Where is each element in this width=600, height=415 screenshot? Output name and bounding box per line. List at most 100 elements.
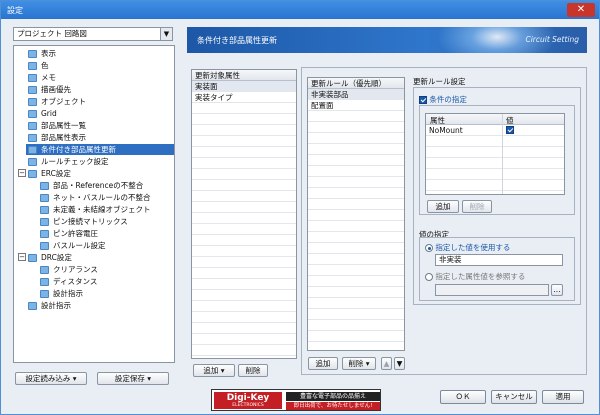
tree-item-memo[interactable]: メモ [28, 72, 174, 83]
folder-icon [40, 290, 49, 298]
tree-item-object[interactable]: オブジェクト [28, 96, 174, 107]
rules-header: 更新ルール（優先順） [308, 78, 404, 89]
tree-item-drc[interactable]: − DRC設定 [18, 252, 174, 263]
settings-tree: 表示 色 メモ 描画優先 オブジェクト Grid 部品属性一覧 部品属性表示 条… [13, 45, 175, 363]
tree-item-label: 色 [41, 61, 49, 70]
page-subtitle: Circuit Setting [525, 35, 579, 44]
folder-icon [28, 158, 37, 166]
condition-add-label: 追加 [435, 202, 451, 211]
table-header: 属性 値 [426, 114, 564, 125]
folder-icon [40, 206, 49, 214]
tree-item-drc-distance[interactable]: ディスタンス [40, 276, 174, 287]
condition-add-button[interactable]: 追加 [427, 200, 459, 213]
condition-label: 条件の指定 [429, 95, 467, 104]
condition-table[interactable]: 属性 値 NoMount [425, 113, 565, 195]
ref-attr-label: 指定した属性値を参照する [435, 272, 526, 281]
target-delete-button[interactable]: 削除 [238, 364, 268, 377]
target-add-button[interactable]: 追加 ▾ [193, 364, 235, 377]
collapse-icon[interactable]: − [18, 253, 26, 261]
tree-item-label: Grid [41, 109, 57, 118]
collapse-icon[interactable]: − [18, 169, 26, 177]
condition-delete-label: 削除 [469, 202, 485, 211]
tree-item-label: 部品属性一覧 [41, 121, 86, 130]
folder-icon [28, 50, 37, 58]
browse-button[interactable]: ... [551, 284, 563, 296]
radio-unselected-icon [425, 273, 433, 281]
tree-item-erc-pin-voltage[interactable]: ピン許容電圧 [40, 228, 174, 239]
tree-item-erc-pin-matrix[interactable]: ピン接続マトリックス [40, 216, 174, 227]
arrow-down-icon[interactable]: ▼ [394, 357, 405, 370]
tree-item-grid[interactable]: Grid [28, 108, 174, 119]
tree-item-attr-list[interactable]: 部品属性一覧 [28, 120, 174, 131]
rules-list[interactable]: 更新ルール（優先順） 非実装部品 配置面 [307, 77, 405, 351]
tree-item-label: クリアランス [53, 265, 98, 274]
tree-item-design-instruction[interactable]: 設計指示 [28, 300, 174, 311]
tree-item-label: ピン許容電圧 [53, 229, 98, 238]
list-item[interactable]: 配置面 [308, 100, 404, 111]
close-icon[interactable]: ✕ [567, 3, 595, 17]
project-select[interactable]: プロジェクト 回路図 ▼ [13, 27, 173, 41]
cancel-button[interactable]: キャンセル [491, 390, 537, 404]
table-row[interactable]: NoMount [426, 125, 564, 136]
tree-item-rule-check[interactable]: ルールチェック設定 [28, 156, 174, 167]
tree-item-erc-ref[interactable]: 部品・Referenceの不整合 [40, 180, 174, 191]
target-delete-label: 削除 [245, 366, 261, 375]
tree-item-label: 条件付き部品属性更新 [41, 145, 116, 154]
tree-item-display[interactable]: 表示 [28, 48, 174, 59]
ok-button[interactable]: ＯＫ [440, 390, 486, 404]
tree-item-erc[interactable]: − ERC設定 [18, 168, 174, 179]
arrow-up-icon[interactable]: ▲ [381, 357, 392, 370]
tree-item-label: 表示 [41, 49, 56, 58]
tree-item-label: ディスタンス [53, 277, 98, 286]
condition-delete-button[interactable]: 削除 [462, 200, 492, 213]
tree-item-label: 部品属性表示 [41, 133, 86, 142]
ad-line-2: 即日出荷で、お待たせしません! [286, 402, 380, 410]
list-item[interactable]: 非実装部品 [308, 89, 404, 100]
tree-item-label: 部品・Referenceの不整合 [53, 181, 144, 190]
target-attr-list[interactable]: 更新対象属性 実装面 実装タイプ [191, 69, 297, 359]
tree-item-color[interactable]: 色 [28, 60, 174, 71]
folder-icon [40, 182, 49, 190]
tree-item-drc-design-instruction[interactable]: 設計指示 [40, 288, 174, 299]
list-item[interactable]: 実装タイプ [192, 92, 296, 103]
value-input[interactable]: 非実装 [435, 254, 563, 266]
ref-attr-input[interactable] [435, 284, 549, 296]
apply-button[interactable]: 適用 [542, 390, 584, 404]
tree-item-drc-clearance[interactable]: クリアランス [40, 264, 174, 275]
tree-item-label: 設計指示 [53, 289, 83, 298]
folder-icon [40, 194, 49, 202]
rules-delete-button[interactable]: 削除 ▾ [342, 357, 376, 370]
tree-item-label: メモ [41, 73, 56, 82]
tree-item-draw-priority[interactable]: 描画優先 [28, 84, 174, 95]
save-settings-button[interactable]: 設定保存 ▾ [97, 372, 169, 385]
checkbox-checked-icon[interactable] [506, 126, 514, 134]
condition-checkbox[interactable]: 条件の指定 [419, 94, 467, 105]
rule-settings-label: 更新ルール設定 [413, 77, 466, 86]
folder-icon [40, 218, 49, 226]
page-banner: 条件付き部品属性更新 Circuit Setting [187, 27, 587, 53]
tree-item-label: オブジェクト [41, 97, 86, 106]
use-value-radio[interactable]: 指定した値を使用する [425, 242, 510, 253]
folder-icon [28, 254, 37, 262]
tree-item-erc-bus-rule[interactable]: バスルール設定 [40, 240, 174, 251]
tree-item-label: 描画優先 [41, 85, 71, 94]
tree-item-erc-undefined[interactable]: 未定義・未結線オブジェクト [40, 204, 174, 215]
folder-icon [28, 122, 37, 130]
digikey-logo: Digi-Key ELECTRONICS [214, 392, 282, 409]
folder-icon [28, 86, 37, 94]
tree-item-attr-display[interactable]: 部品属性表示 [28, 132, 174, 143]
tree-item-erc-net[interactable]: ネット・バスルールの不整合 [40, 192, 174, 203]
chevron-down-icon[interactable]: ▼ [160, 28, 172, 40]
checkbox-checked-icon [419, 96, 427, 104]
tree-item-conditional-update[interactable]: 条件付き部品属性更新 [26, 144, 174, 155]
folder-icon [28, 170, 37, 178]
target-add-label: 追加 [203, 366, 219, 375]
list-item[interactable]: 実装面 [192, 81, 296, 92]
save-settings-label: 設定保存 [114, 374, 145, 383]
rules-add-button[interactable]: 追加 [308, 357, 338, 370]
tree-item-label: ルールチェック設定 [41, 157, 109, 166]
rules-add-label: 追加 [315, 359, 331, 368]
load-settings-button[interactable]: 設定読み込み ▾ [15, 372, 87, 385]
digikey-banner[interactable]: Digi-Key ELECTRONICS 豊富な電子部品の品揃え 即日出荷で、お待… [211, 389, 381, 411]
ref-attr-radio[interactable]: 指定した属性値を参照する [425, 271, 525, 282]
